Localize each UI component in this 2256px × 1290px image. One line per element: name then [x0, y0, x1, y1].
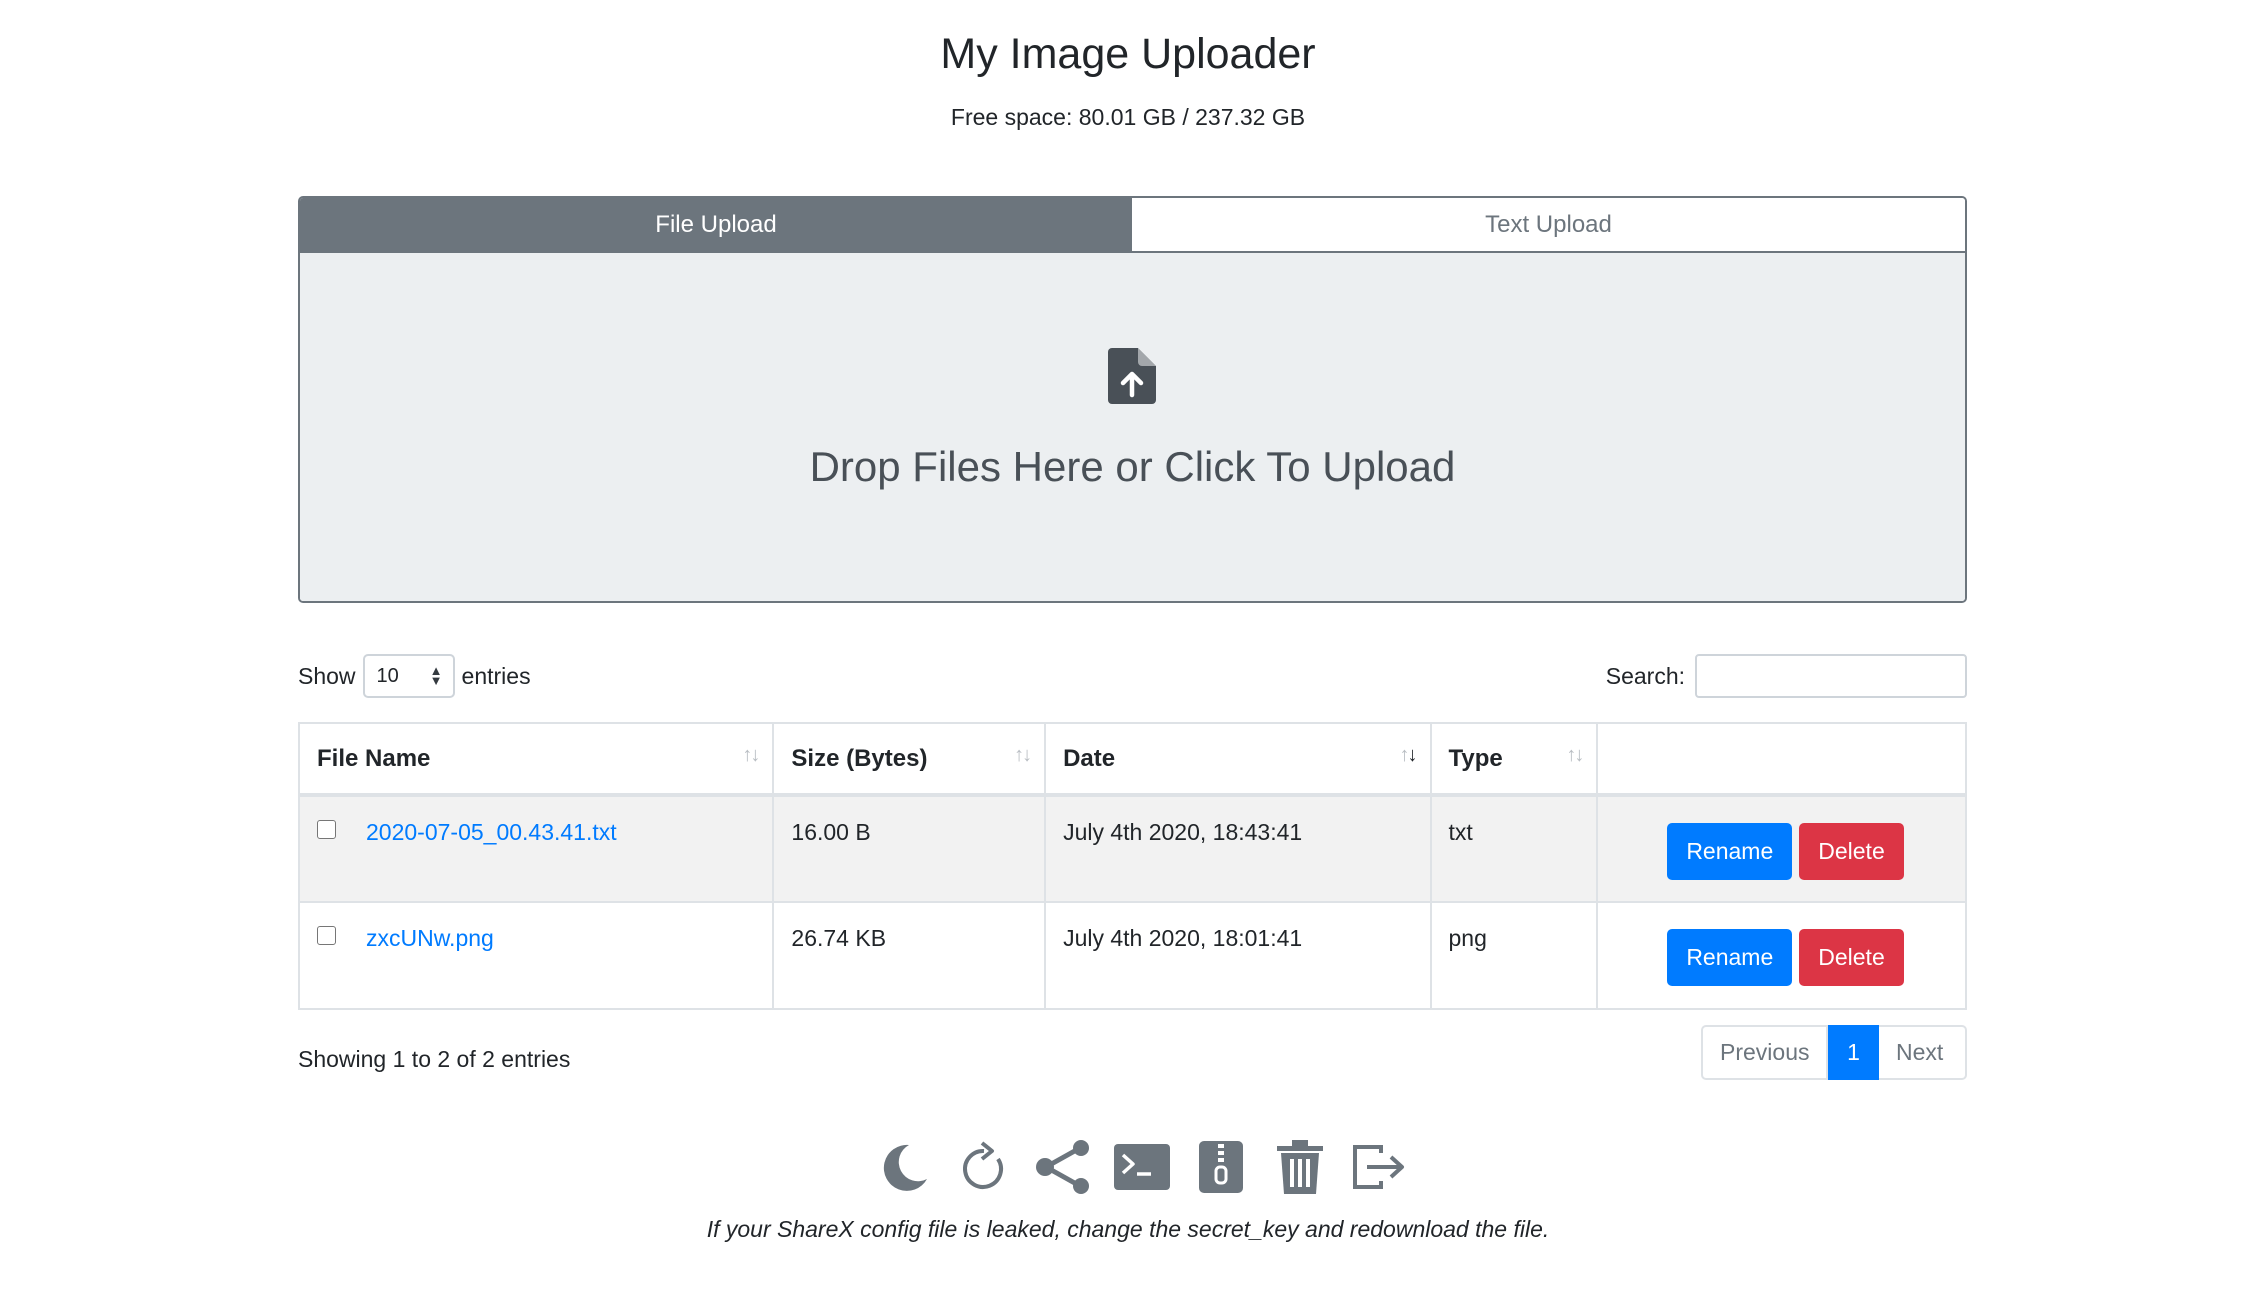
- upload-card: File Upload Text Upload Drop Files Here …: [298, 196, 1967, 603]
- column-header-actions: [1596, 722, 1967, 797]
- next-page-button[interactable]: Next: [1879, 1025, 1967, 1080]
- file-link[interactable]: zxcUNw.png: [366, 925, 494, 951]
- select-arrows-icon: ▲ ▼: [429, 663, 443, 688]
- sort-icon: ↑↓: [742, 744, 760, 766]
- file-dropzone[interactable]: Drop Files Here or Click To Upload: [300, 253, 1965, 601]
- column-label: Date: [1063, 744, 1116, 772]
- search-input[interactable]: [1695, 654, 1967, 698]
- free-space-text: Free space: 80.01 GB / 237.32 GB: [950, 104, 1306, 130]
- page-length-control: Show 10 ▲ ▼ entries: [298, 654, 531, 698]
- terminal-button[interactable]: [1106, 1137, 1178, 1197]
- sort-icon: ↑↓: [1566, 744, 1584, 766]
- previous-page-button[interactable]: Previous: [1701, 1025, 1828, 1080]
- upload-tabs: File Upload Text Upload: [300, 198, 1965, 253]
- cell-actions: Rename Delete: [1596, 901, 1967, 1010]
- cell-size: 26.74 KB: [772, 901, 1047, 1010]
- cell-date: July 4th 2020, 18:43:41: [1044, 794, 1432, 903]
- row-checkbox[interactable]: [317, 820, 336, 840]
- share-icon: [1036, 1140, 1089, 1194]
- search-label: Search:: [1605, 662, 1685, 689]
- cell-actions: Rename Delete: [1596, 794, 1967, 903]
- cell-type: png: [1429, 901, 1599, 1010]
- table-header-row: File Name ↑↓ Size (Bytes) ↑↓ Date ↑↓ Type ↑↓: [297, 722, 1967, 797]
- terminal-icon: [1114, 1144, 1170, 1190]
- tab-text-upload[interactable]: Text Upload: [1132, 198, 1965, 251]
- table-row: 2020-07-05_00.43.41.txt 16.00 B July 4th…: [297, 794, 1967, 903]
- moon-icon: [883, 1144, 927, 1191]
- cell-file-name: 2020-07-05_00.43.41.txt: [297, 794, 775, 903]
- sort-desc-icon: ↑↓: [1399, 744, 1418, 766]
- cell-file-name: zxcUNw.png: [297, 901, 775, 1010]
- logout-button[interactable]: [1343, 1137, 1415, 1197]
- refresh-button[interactable]: [948, 1137, 1020, 1197]
- column-header-size[interactable]: Size (Bytes) ↑↓: [772, 722, 1047, 797]
- delete-all-button[interactable]: [1264, 1137, 1336, 1197]
- search-control: Search:: [1606, 654, 1967, 698]
- page-1-button[interactable]: 1: [1828, 1025, 1879, 1080]
- trash-icon: [1277, 1140, 1323, 1194]
- page-title: My Image Uploader: [940, 30, 1316, 78]
- rename-button[interactable]: Rename: [1667, 823, 1793, 880]
- logout-icon: [1353, 1145, 1404, 1189]
- column-header-type[interactable]: Type ↑↓: [1429, 722, 1599, 797]
- files-table: File Name ↑↓ Size (Bytes) ↑↓ Date ↑↓ Type ↑↓…: [297, 722, 1967, 1010]
- cell-date: July 4th 2020, 18:01:41: [1044, 901, 1432, 1010]
- page-size-value: 10: [376, 664, 399, 687]
- page-size-select[interactable]: 10 ▲ ▼: [362, 654, 455, 698]
- rename-button[interactable]: Rename: [1667, 929, 1793, 986]
- delete-button[interactable]: Delete: [1799, 929, 1904, 986]
- footer-toolbar: [869, 1137, 1422, 1197]
- column-label: Size (Bytes): [791, 744, 928, 772]
- cell-type: txt: [1429, 794, 1599, 903]
- entries-label: entries: [461, 662, 531, 689]
- download-zip-button[interactable]: [1185, 1137, 1257, 1197]
- table-row: zxcUNw.png 26.74 KB July 4th 2020, 18:01…: [297, 901, 1967, 1010]
- row-checkbox[interactable]: [317, 926, 336, 946]
- page: My Image Uploader Free space: 80.01 GB /…: [0, 0, 2256, 1290]
- column-label: File Name: [317, 744, 431, 772]
- column-label: Type: [1448, 744, 1503, 772]
- column-header-date[interactable]: Date ↑↓: [1044, 722, 1432, 797]
- dark-mode-button[interactable]: [869, 1137, 941, 1197]
- refresh-icon: [963, 1141, 1004, 1189]
- sharex-note: If your ShareX config file is leaked, ch…: [706, 1216, 1550, 1242]
- cell-size: 16.00 B: [772, 794, 1047, 903]
- show-label: Show: [298, 662, 356, 689]
- table-info: Showing 1 to 2 of 2 entries: [298, 1046, 571, 1072]
- column-header-file-name[interactable]: File Name ↑↓: [297, 722, 775, 797]
- sort-icon: ↑↓: [1014, 744, 1032, 766]
- file-upload-icon: [1108, 348, 1156, 404]
- zip-file-icon: [1199, 1141, 1243, 1193]
- share-button[interactable]: [1027, 1137, 1099, 1197]
- tab-file-upload[interactable]: File Upload: [300, 198, 1132, 251]
- delete-button[interactable]: Delete: [1799, 823, 1904, 880]
- file-link[interactable]: 2020-07-05_00.43.41.txt: [366, 819, 617, 845]
- pagination: Previous 1 Next: [1701, 1025, 1967, 1080]
- dropzone-label: Drop Files Here or Click To Upload: [809, 443, 1456, 490]
